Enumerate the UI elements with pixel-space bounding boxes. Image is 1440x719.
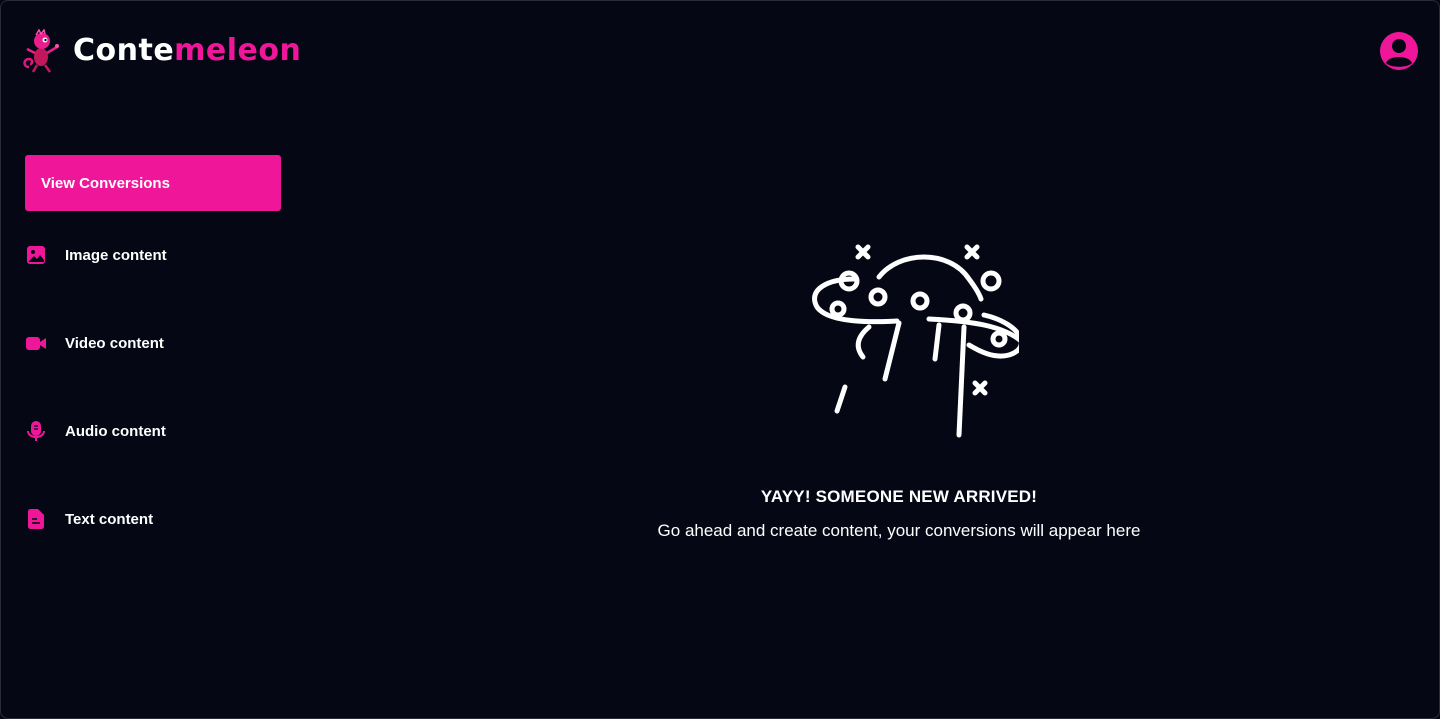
sidebar-item-video-content[interactable]: Video content [25, 331, 164, 355]
brand-name-part-2: meleon [174, 33, 302, 68]
user-avatar-icon[interactable] [1379, 31, 1419, 71]
brand-logo[interactable]: Contemeleon [21, 29, 301, 73]
app-window: Contemeleon View Conversions Image conte… [0, 0, 1440, 719]
sidebar: View Conversions Image content Video con… [25, 155, 281, 529]
sidebar-item-label: Video content [65, 334, 164, 352]
sidebar-item-image-content[interactable]: Image content [25, 243, 167, 267]
brand-name: Contemeleon [73, 36, 301, 66]
image-icon [25, 244, 47, 266]
ufo-illustration-icon [812, 244, 1019, 438]
microphone-icon [25, 420, 47, 442]
document-text-icon [25, 508, 47, 530]
video-camera-icon [25, 332, 47, 354]
view-conversions-button[interactable]: View Conversions [25, 155, 281, 211]
sidebar-item-label: Audio content [65, 422, 166, 440]
chameleon-mascot-icon [23, 29, 59, 73]
sidebar-item-text-content[interactable]: Text content [25, 507, 153, 531]
empty-state-title: YAYY! SOMEONE NEW ARRIVED! [760, 487, 1038, 506]
sidebar-item-label: Image content [65, 246, 167, 264]
sidebar-item-label: Text content [65, 510, 154, 528]
empty-state: YAYY! SOMEONE NEW ARRIVED! Go ahead and … [561, 237, 1237, 541]
brand-name-part-1: Conte [73, 33, 175, 68]
sidebar-item-audio-content[interactable]: Audio content [25, 419, 166, 443]
empty-state-subtitle: Go ahead and create content, your conver… [657, 521, 1141, 540]
